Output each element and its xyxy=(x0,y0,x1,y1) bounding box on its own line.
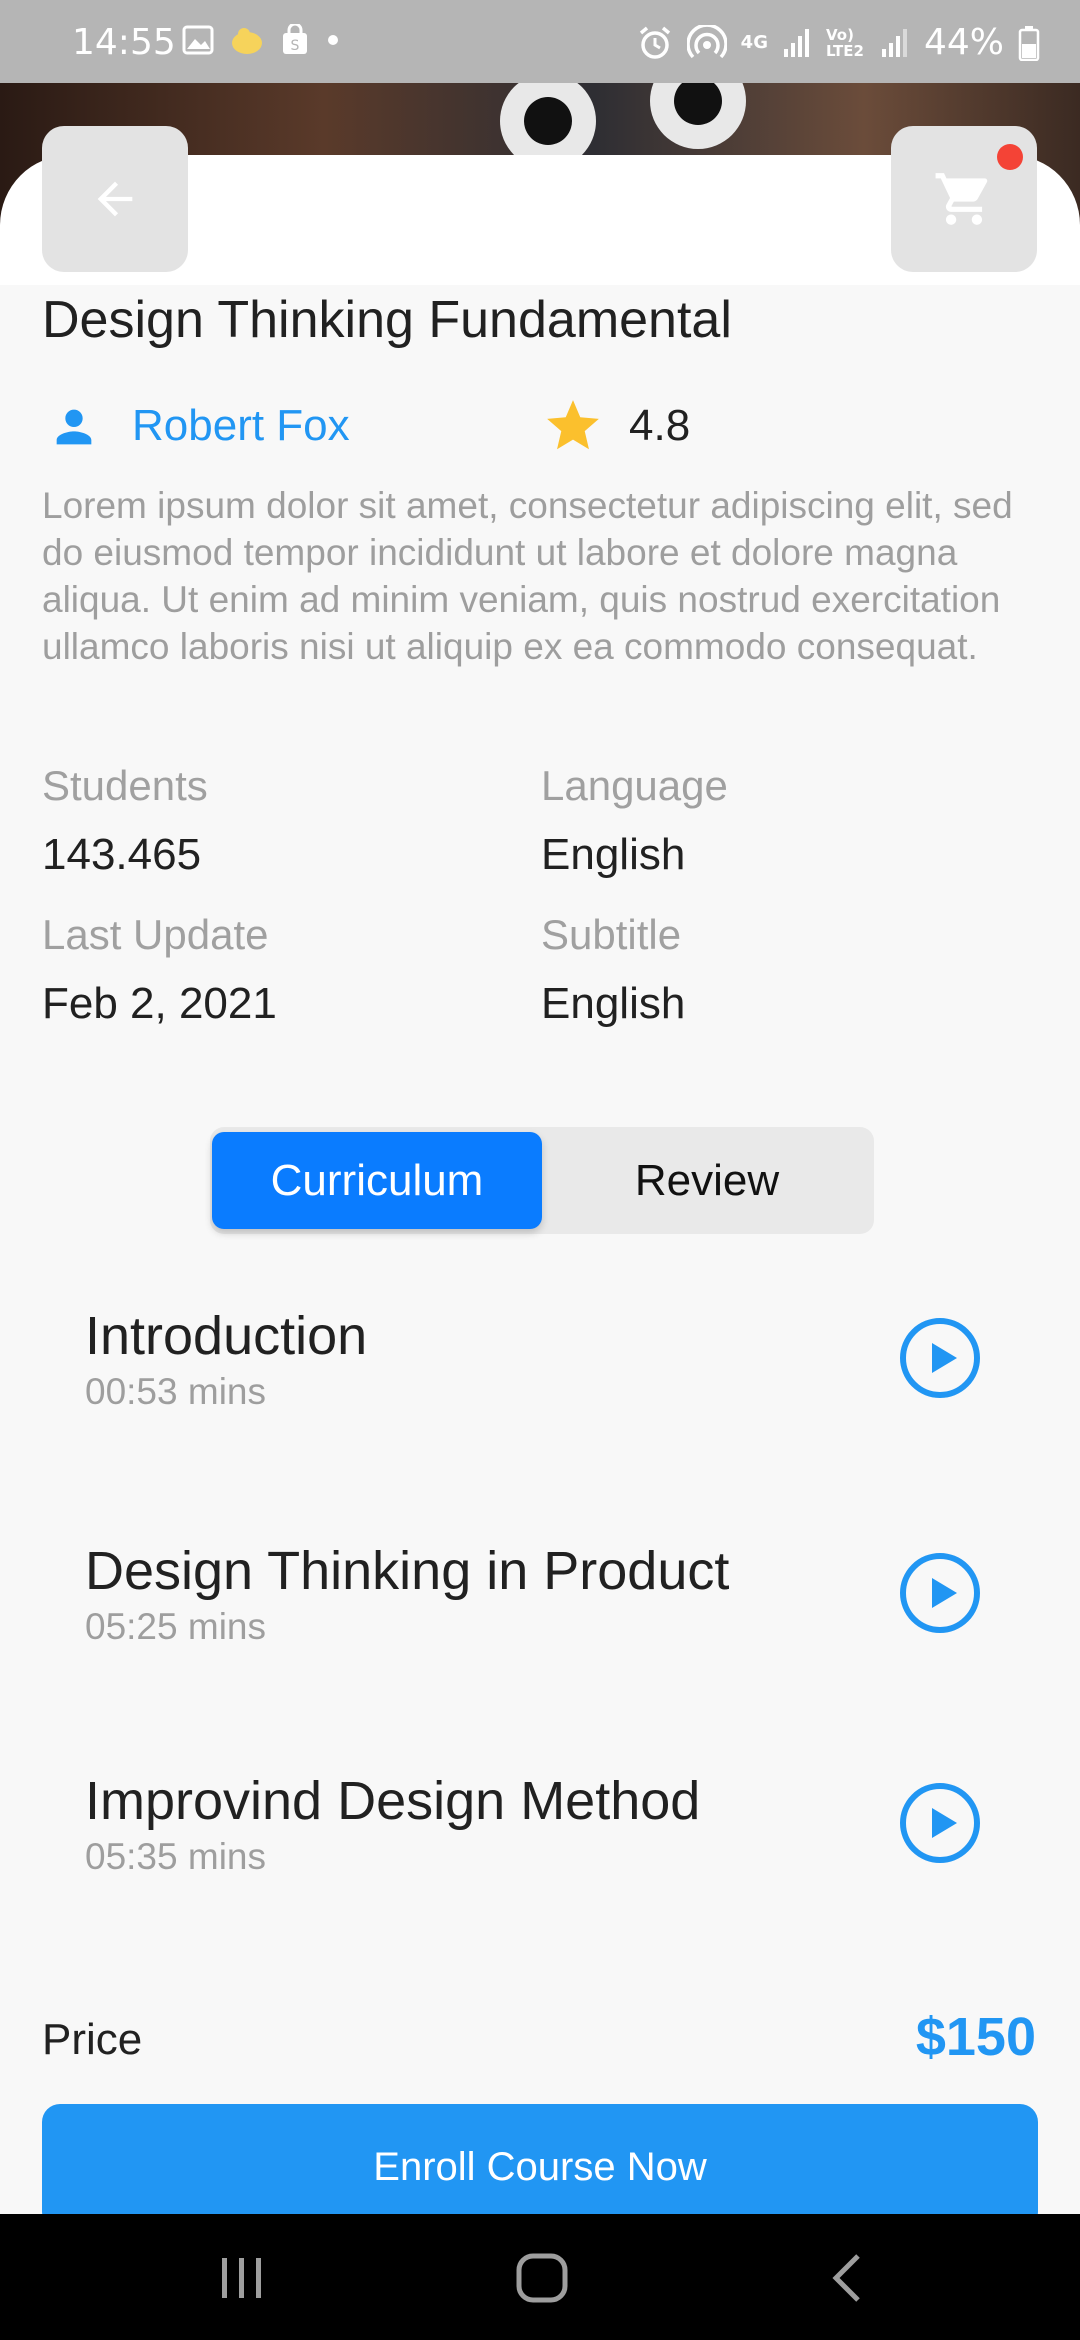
hotspot-icon xyxy=(686,24,727,58)
language-value: English xyxy=(541,830,686,879)
author-rating-row: Robert Fox 4.8 xyxy=(42,395,1042,455)
tab-review[interactable]: Review xyxy=(542,1132,872,1229)
tab-curriculum[interactable]: Curriculum xyxy=(212,1132,542,1229)
person-icon xyxy=(56,409,92,445)
signal-icon xyxy=(783,28,809,57)
subtitle-value: English xyxy=(541,979,686,1028)
alarm-icon xyxy=(639,26,670,59)
lesson-title: Design Thinking in Product xyxy=(85,1541,730,1601)
price-value: $150 xyxy=(915,2007,1036,2067)
battery-percent: 44% xyxy=(923,22,1004,63)
svg-text:S: S xyxy=(291,38,300,54)
subtitle-label: Subtitle xyxy=(541,911,682,958)
course-title: Design Thinking Fundamental xyxy=(42,291,732,349)
hero-camera-right xyxy=(650,83,746,149)
play-circle-icon[interactable] xyxy=(897,1780,983,1866)
network-type-label: 4G xyxy=(740,31,768,53)
chick-icon xyxy=(232,28,262,54)
status-time: 14:55 xyxy=(72,22,176,63)
play-circle-icon[interactable] xyxy=(897,1315,983,1401)
cart-icon xyxy=(935,173,988,225)
language-label: Language xyxy=(541,762,728,809)
lesson-duration: 05:25 mins xyxy=(85,1606,266,1647)
gallery-icon xyxy=(182,25,214,55)
last-update-label: Last Update xyxy=(42,911,269,958)
students-label: Students xyxy=(42,762,208,809)
home-icon[interactable] xyxy=(513,2250,573,2306)
course-tabs: Curriculum Review xyxy=(210,1127,874,1234)
lesson-item[interactable]: Design Thinking in Product 05:25 mins xyxy=(85,1540,1005,1680)
dot-icon xyxy=(328,35,338,45)
lesson-title: Improvind Design Method xyxy=(85,1771,701,1831)
back-button[interactable] xyxy=(42,126,188,272)
author-name-link[interactable]: Robert Fox xyxy=(132,401,350,451)
play-circle-icon[interactable] xyxy=(897,1550,983,1636)
battery-icon xyxy=(1018,25,1040,61)
lesson-title: Introduction xyxy=(85,1306,368,1366)
arrow-left-icon xyxy=(97,181,133,217)
last-update-value: Feb 2, 2021 xyxy=(42,979,277,1028)
signal-2-icon xyxy=(881,28,907,57)
status-bar: 14:55 S 4G Vo) LTE2 44% xyxy=(0,0,1080,83)
cart-button[interactable] xyxy=(891,126,1037,272)
shopping-bag-icon: S xyxy=(283,24,307,54)
price-label: Price xyxy=(42,2015,143,2064)
cart-notification-dot xyxy=(997,144,1023,170)
star-icon xyxy=(547,400,599,450)
system-nav-bar xyxy=(0,2214,1080,2340)
course-description: Lorem ipsum dolor sit amet, consectetur … xyxy=(42,485,1013,667)
status-system-icons: 4G Vo) LTE2 44% xyxy=(637,22,1040,63)
lesson-duration: 05:35 mins xyxy=(85,1836,266,1877)
carrier-label: Vo) LTE2 xyxy=(825,25,864,60)
back-nav-icon[interactable] xyxy=(818,2250,878,2306)
lesson-item[interactable]: Improvind Design Method 05:35 mins xyxy=(85,1770,1005,1910)
rating-value: 4.8 xyxy=(629,401,691,450)
recent-apps-icon[interactable] xyxy=(212,2250,272,2306)
students-value: 143.465 xyxy=(42,830,202,879)
enroll-button[interactable]: Enroll Course Now xyxy=(42,2104,1038,2230)
status-notification-icons: S xyxy=(182,24,340,56)
lesson-duration: 00:53 mins xyxy=(85,1371,266,1412)
lesson-item[interactable]: Introduction 00:53 mins xyxy=(85,1305,1005,1445)
